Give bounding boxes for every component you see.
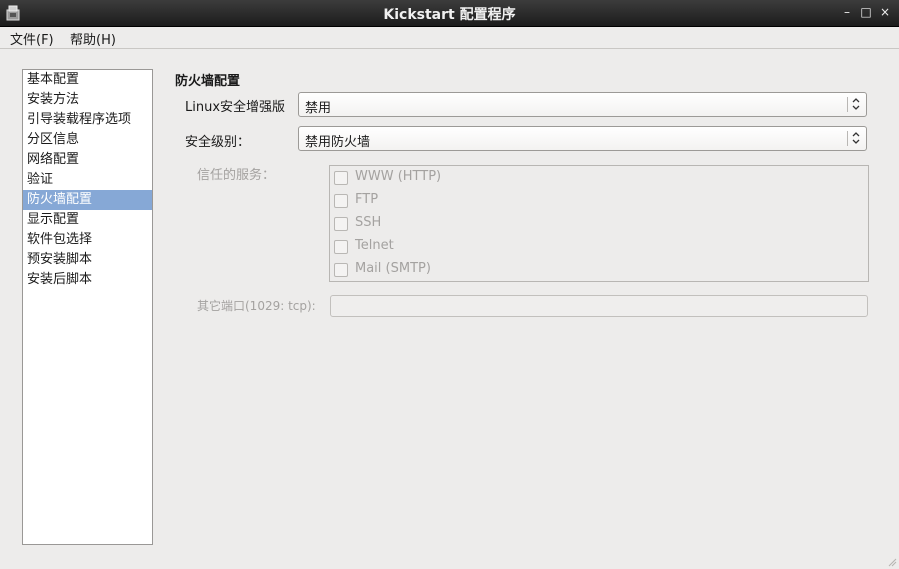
sidebar-item-auth[interactable]: 验证 [23, 170, 152, 190]
combo-separator [847, 97, 848, 112]
sidebar-item-firewall[interactable]: 防火墙配置 [23, 190, 152, 210]
menu-bar: 文件(F) 帮助(H) [0, 27, 899, 49]
updown-arrow-icon [852, 98, 860, 110]
sidebar-item-display[interactable]: 显示配置 [23, 210, 152, 230]
selinux-value: 禁用 [305, 101, 332, 116]
sidebar-item-partition[interactable]: 分区信息 [23, 130, 152, 150]
service-ssh-label: SSH [355, 215, 382, 230]
resize-grip-icon[interactable] [887, 557, 897, 567]
security-level-combo[interactable]: 禁用防火墙 [298, 126, 867, 151]
sidebar-item-packages[interactable]: 软件包选择 [23, 230, 152, 250]
title-bar: Kickstart 配置程序 – □ × [0, 0, 899, 27]
security-level-label: 安全级别： [185, 135, 251, 150]
checkbox-box [334, 240, 348, 254]
service-telnet-label: Telnet [355, 238, 394, 253]
menu-file[interactable]: 文件(F) [8, 29, 56, 48]
service-www-label: WWW (HTTP) [355, 169, 442, 184]
window-title: Kickstart 配置程序 [383, 7, 516, 23]
combo-separator [847, 131, 848, 146]
other-ports-label: 其它端口(1029: tcp): [197, 299, 316, 313]
checkbox-box [334, 194, 348, 208]
checkbox-box [334, 171, 348, 185]
section-title: 防火墙配置 [175, 74, 241, 89]
menu-help[interactable]: 帮助(H) [68, 29, 118, 48]
service-smtp-label: Mail (SMTP) [355, 261, 431, 276]
other-ports-input[interactable] [330, 295, 868, 317]
sidebar-item-pre-script[interactable]: 预安装脚本 [23, 250, 152, 270]
maximize-button[interactable]: □ [859, 5, 873, 19]
service-ftp-label: FTP [355, 192, 379, 207]
sidebar-list: 基本配置 安装方法 引导装载程序选项 分区信息 网络配置 验证 防火墙配置 显示… [22, 69, 153, 545]
sidebar-item-network[interactable]: 网络配置 [23, 150, 152, 170]
close-button[interactable]: × [878, 5, 892, 19]
trusted-services-list: WWW (HTTP) FTP SSH Telnet Mail (SMTP) [329, 165, 869, 282]
minimize-button[interactable]: – [840, 5, 854, 19]
sidebar-item-post-script[interactable]: 安装后脚本 [23, 270, 152, 290]
sidebar-item-install-method[interactable]: 安装方法 [23, 90, 152, 110]
sidebar-item-basic[interactable]: 基本配置 [23, 70, 152, 90]
sidebar-item-bootloader[interactable]: 引导装载程序选项 [23, 110, 152, 130]
updown-arrow-icon [852, 132, 860, 144]
checkbox-box [334, 217, 348, 231]
trusted-services-label: 信任的服务： [197, 168, 276, 183]
selinux-combo[interactable]: 禁用 [298, 92, 867, 117]
selinux-label: Linux安全增强版 [185, 100, 286, 115]
checkbox-box [334, 263, 348, 277]
security-level-value: 禁用防火墙 [305, 135, 371, 150]
